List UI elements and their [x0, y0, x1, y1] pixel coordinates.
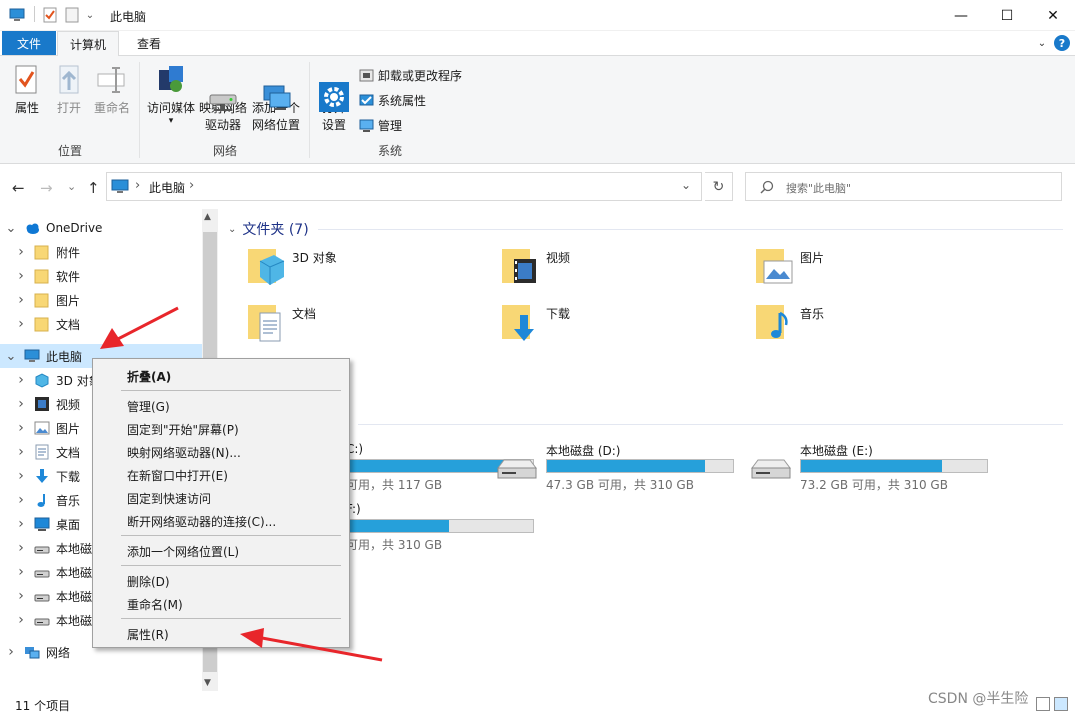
annotation-arrow [240, 628, 383, 662]
annotation-arrow [100, 306, 179, 349]
annotation-arrows [100, 306, 383, 662]
